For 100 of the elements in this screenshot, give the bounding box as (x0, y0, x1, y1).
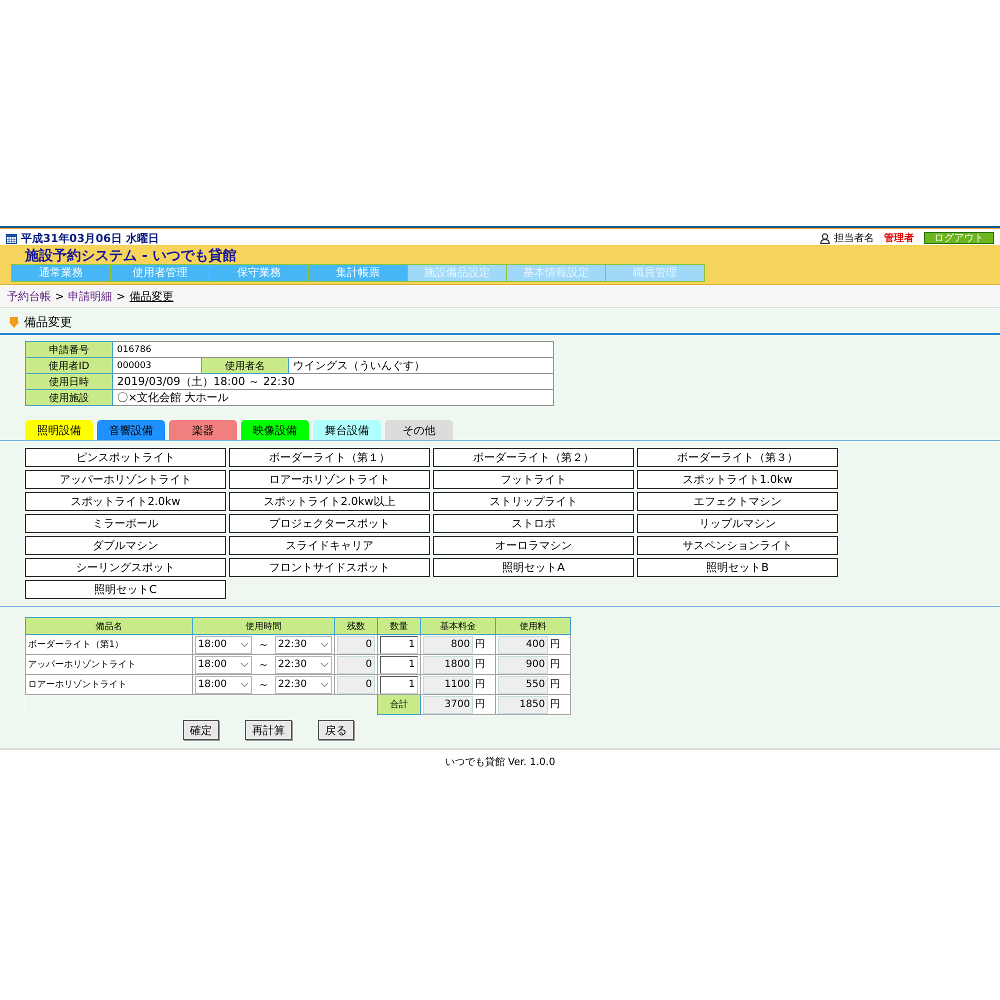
quantity-input[interactable]: 1 (380, 676, 418, 694)
equipment-button[interactable]: ストロボ (433, 514, 634, 533)
select-value: 22:30 (278, 659, 307, 670)
column-header: 基本料金 (420, 618, 496, 634)
yen-unit: 円 (475, 698, 485, 710)
time-select[interactable]: 18:00 (195, 656, 252, 674)
breadcrumb-link[interactable]: 予約台帳 (7, 288, 51, 304)
equipment-button[interactable]: ボーダーライト（第３） (637, 448, 838, 467)
column-header: 数量 (378, 618, 420, 634)
field-label: 使用施設 (26, 390, 112, 406)
equipment-button[interactable]: ストリップライト (433, 492, 634, 511)
chevron-down-icon (320, 642, 329, 648)
field-label: 使用者名 (202, 358, 288, 374)
down-arrow-icon (9, 317, 19, 328)
field-label: 使用日時 (26, 374, 112, 390)
time-select[interactable]: 18:00 (195, 676, 252, 694)
category-tab[interactable]: 舞台設備 (313, 420, 381, 440)
select-value: 18:00 (198, 679, 227, 690)
date-text: 平成31年03月06日 水曜日 (21, 230, 159, 246)
chevron-down-icon (320, 682, 329, 688)
yen-unit: 円 (550, 658, 560, 670)
equipment-button[interactable]: アッパーホリゾントライト (25, 470, 226, 489)
select-value: 18:00 (198, 659, 227, 670)
select-value: 22:30 (278, 679, 307, 690)
chevron-down-icon (320, 662, 329, 668)
category-tab[interactable]: その他 (385, 420, 453, 440)
equipment-button[interactable]: 照明セットC (25, 580, 226, 599)
category-tab[interactable]: 照明設備 (25, 420, 93, 440)
field-value: 〇×文化会館 大ホール (112, 390, 554, 406)
equipment-button[interactable]: フットライト (433, 470, 634, 489)
equipment-button[interactable]: ロアーホリゾントライト (229, 470, 430, 489)
quantity-input[interactable]: 1 (380, 636, 418, 654)
footer-text: いつでも貸館 Ver. 1.0.0 (444, 757, 556, 768)
amount-field: 1100 (423, 676, 473, 694)
equipment-button[interactable]: 照明セットA (433, 558, 634, 577)
category-tab[interactable]: 楽器 (169, 420, 237, 440)
staff-label: 担当者名 (834, 232, 874, 245)
yen-unit: 円 (550, 698, 560, 710)
equipment-button[interactable]: ボーダーライト（第２） (433, 448, 634, 467)
equipment-button[interactable]: スポットライト2.0kw以上 (229, 492, 430, 511)
equipment-button[interactable]: ボーダーライト（第１） (229, 448, 430, 467)
breadcrumb-link[interactable]: 備品変更 (129, 288, 174, 304)
column-header: 残数 (334, 618, 378, 634)
tilde-text: ～ (258, 638, 269, 651)
chevron-down-icon (240, 642, 249, 648)
remaining-field: 0 (337, 656, 375, 674)
chevron-down-icon (240, 682, 249, 688)
breadcrumb-link[interactable]: 申請明細 (68, 288, 112, 304)
equipment-button[interactable]: プロジェクタースポット (229, 514, 430, 533)
equipment-button[interactable]: フロントサイドスポット (229, 558, 430, 577)
equipment-button[interactable]: 照明セットB (637, 558, 838, 577)
amount-field: 3700 (423, 696, 473, 714)
chevron-down-icon (240, 662, 249, 668)
select-value: 18:00 (198, 639, 227, 650)
action-button[interactable]: 再計算 (245, 720, 292, 740)
tilde-text: ～ (258, 678, 269, 691)
equipment-button[interactable]: スポットライト1.0kw (637, 470, 838, 489)
equipment-button[interactable]: スポットライト2.0kw (25, 492, 226, 511)
time-select[interactable]: 22:30 (275, 676, 332, 694)
equipment-button[interactable]: サスペンションライト (637, 536, 838, 555)
time-select[interactable]: 18:00 (195, 636, 252, 654)
category-tab[interactable]: 音響設備 (97, 420, 165, 440)
field-value: 000003 (112, 358, 202, 374)
time-select[interactable]: 22:30 (275, 656, 332, 674)
select-value: 22:30 (278, 639, 307, 650)
yen-unit: 円 (475, 638, 485, 650)
equipment-button[interactable]: エフェクトマシン (637, 492, 838, 511)
staff-name: 管理者 (884, 232, 914, 245)
equipment-button[interactable]: スライドキャリア (229, 536, 430, 555)
time-select[interactable]: 22:30 (275, 636, 332, 654)
equipment-button[interactable]: リップルマシン (637, 514, 838, 533)
yen-unit: 円 (475, 658, 485, 670)
quantity-input[interactable]: 1 (380, 656, 418, 674)
action-button[interactable]: 確定 (183, 720, 219, 740)
column-header: 使用時間 (192, 618, 334, 634)
section-title: 備品変更 (24, 314, 72, 331)
tilde-text: ～ (258, 658, 269, 671)
column-header: 使用料 (496, 618, 570, 634)
equipment-name: ボーダーライト（第1） (26, 634, 192, 654)
remaining-field: 0 (337, 636, 375, 654)
person-icon (820, 232, 830, 244)
amount-field: 550 (498, 676, 548, 694)
yen-unit: 円 (550, 638, 560, 650)
equipment-button[interactable]: ダブルマシン (25, 536, 226, 555)
column-header: 備品名 (26, 618, 192, 634)
total-label: 合計 (378, 694, 420, 714)
amount-field: 400 (498, 636, 548, 654)
equipment-button[interactable]: シーリングスポット (25, 558, 226, 577)
yen-unit: 円 (475, 678, 485, 690)
equipment-button[interactable]: ピンスポットライト (25, 448, 226, 467)
equipment-button[interactable]: ミラーボール (25, 514, 226, 533)
field-value: 2019/03/09（土）18:00 ～ 22:30 (112, 374, 554, 390)
category-tab[interactable]: 映像設備 (241, 420, 309, 440)
breadcrumb-separator: > (116, 290, 126, 302)
app-title: 施設予約システム - いつでも貸館 (24, 246, 238, 264)
action-button[interactable]: 戻る (318, 720, 354, 740)
equipment-button[interactable]: オーロラマシン (433, 536, 634, 555)
amount-field: 1800 (423, 656, 473, 674)
remaining-field: 0 (337, 676, 375, 694)
amount-field: 1850 (498, 696, 548, 714)
